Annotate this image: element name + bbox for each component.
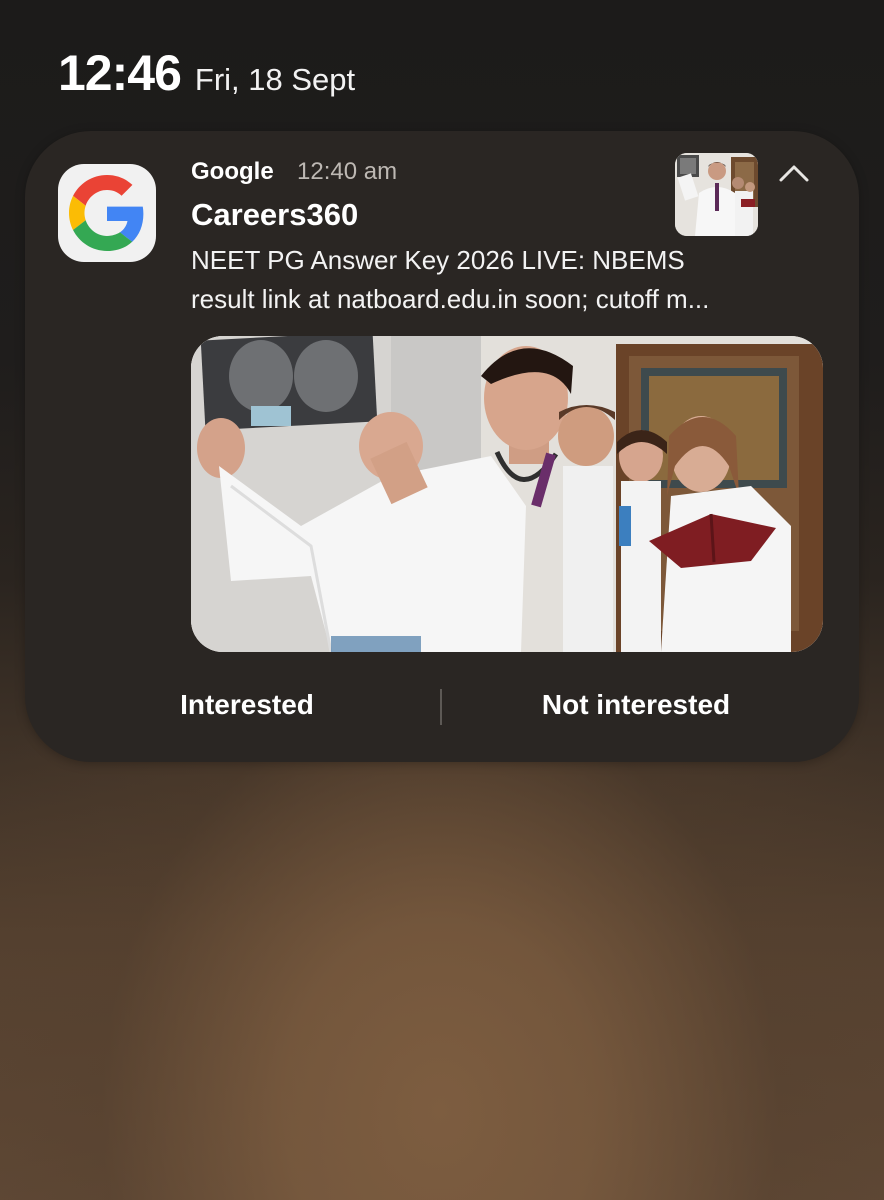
notification-body: NEET PG Answer Key 2026 LIVE: NBEMS resu…	[191, 241, 831, 319]
lock-screen-status: 12:46 Fri, 18 Sept	[58, 44, 355, 102]
notification-body-line: NEET PG Answer Key 2026 LIVE: NBEMS	[191, 245, 685, 275]
interested-button[interactable]: Interested	[125, 689, 369, 721]
notification-actions: Interested Not interested	[25, 679, 859, 735]
chevron-up-icon[interactable]	[777, 159, 811, 187]
notification-card[interactable]: Google 12:40 am Careers360 NEET PG Answe…	[25, 131, 859, 762]
actions-divider	[440, 689, 442, 725]
notification-hero-image[interactable]	[191, 336, 823, 652]
date: Fri, 18 Sept	[194, 62, 356, 97]
clock: 12:46	[58, 45, 182, 101]
google-g-icon	[58, 164, 156, 262]
notification-title: Careers360	[191, 197, 359, 232]
notification-thumbnail	[675, 153, 758, 236]
notification-body-line: result link at natboard.edu.in soon; cut…	[191, 284, 710, 314]
notification-app-name: Google	[191, 158, 274, 185]
not-interested-button[interactable]: Not interested	[511, 689, 761, 721]
notification-time: 12:40 am	[297, 158, 398, 185]
